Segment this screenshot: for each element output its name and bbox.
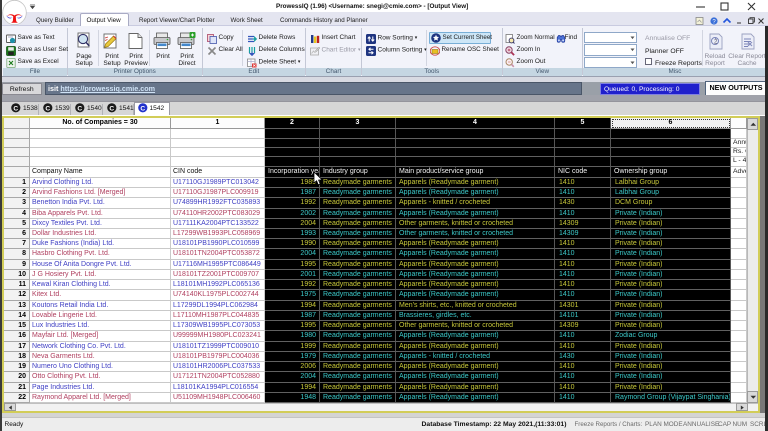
- svg-text:C: C: [140, 106, 145, 113]
- svg-text:C: C: [13, 106, 18, 113]
- svg-text:C: C: [109, 106, 114, 113]
- svg-text:C: C: [77, 106, 82, 113]
- svg-text:C: C: [45, 106, 50, 113]
